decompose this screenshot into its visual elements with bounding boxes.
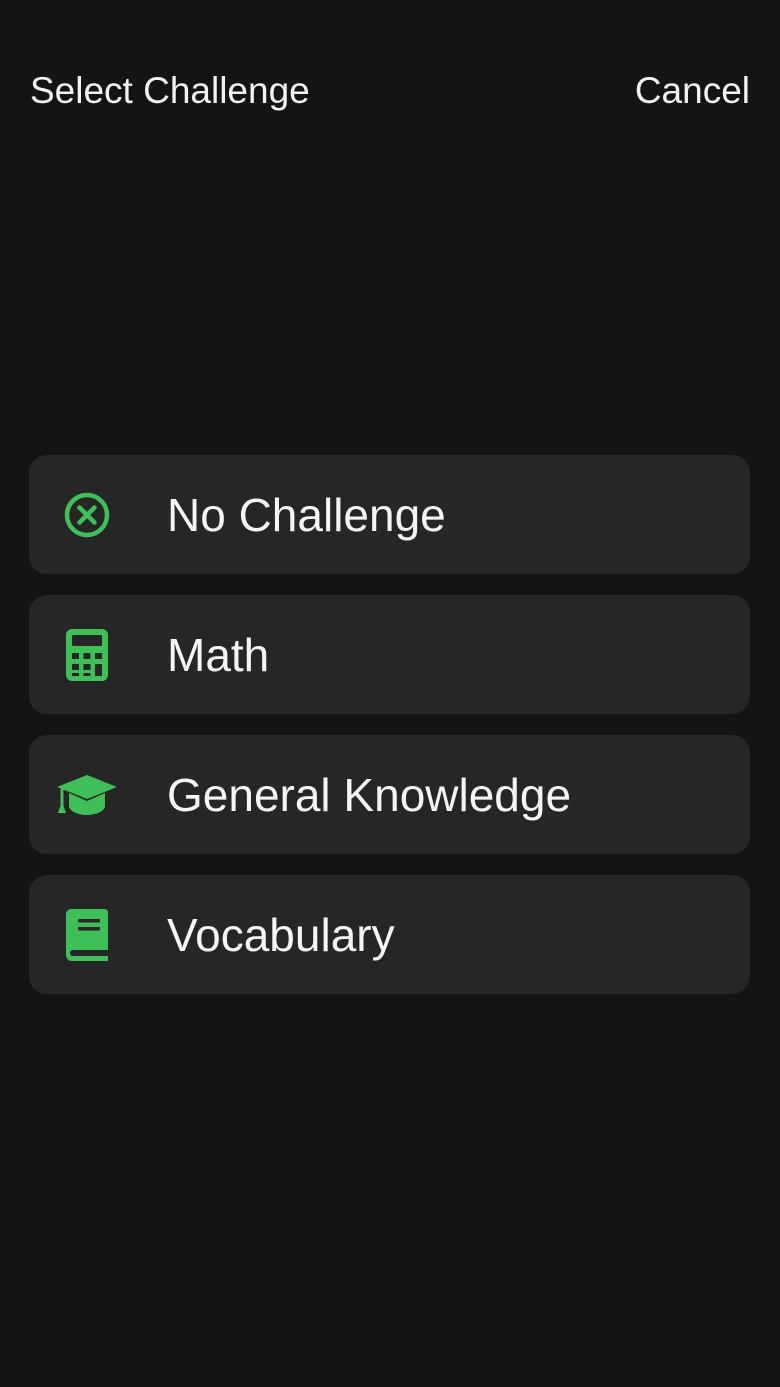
calculator-icon [56,624,118,686]
option-label: General Knowledge [167,768,572,821]
page-title: Select Challenge [30,70,310,111]
option-label: Math [167,628,270,681]
option-general-knowledge[interactable]: General Knowledge [29,735,750,854]
cancel-button[interactable]: Cancel [635,70,750,112]
header: Select Challenge Cancel [0,0,780,180]
challenge-options-list: No Challenge Math General Knowledge Voca… [29,455,750,1015]
x-circle-icon [56,484,118,546]
option-label: No Challenge [167,488,446,541]
option-no-challenge[interactable]: No Challenge [29,455,750,574]
option-math[interactable]: Math [29,595,750,714]
graduation-cap-icon [56,764,118,826]
option-vocabulary[interactable]: Vocabulary [29,875,750,994]
book-icon [56,904,118,966]
option-label: Vocabulary [167,908,395,961]
